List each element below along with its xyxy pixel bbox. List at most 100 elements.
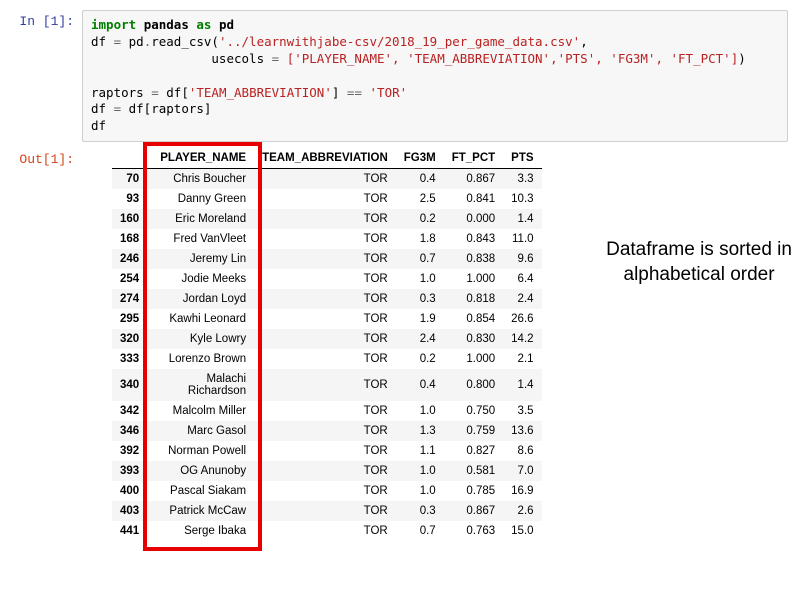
cell-player: Jordan Loyd: [147, 289, 254, 309]
cell-pts: 1.4: [503, 369, 541, 401]
output-prompt: Out[1]:: [10, 148, 82, 541]
cell-team: TOR: [254, 249, 396, 269]
annotation-line2: alphabetical order: [624, 264, 775, 285]
col-header-fg3m: FG3M: [396, 148, 444, 169]
kw-import: import: [91, 17, 136, 32]
cell-player: Chris Boucher: [147, 169, 254, 190]
cell-fg3m: 1.0: [396, 269, 444, 289]
index-header: [112, 148, 147, 169]
cell-ftpct: 0.818: [444, 289, 503, 309]
cell-pts: 10.3: [503, 189, 541, 209]
table-row: 320Kyle LowryTOR2.40.83014.2: [112, 329, 542, 349]
cell-pts: 1.4: [503, 209, 541, 229]
cell-team: TOR: [254, 369, 396, 401]
tor-str: 'TOR': [370, 85, 408, 100]
table-row: 93Danny GreenTOR2.50.84110.3: [112, 189, 542, 209]
cell-pts: 15.0: [503, 521, 541, 541]
cell-pts: 9.6: [503, 249, 541, 269]
cell-team: TOR: [254, 461, 396, 481]
cell-team: TOR: [254, 441, 396, 461]
table-row: 392Norman PowellTOR1.10.8278.6: [112, 441, 542, 461]
cell-team: TOR: [254, 189, 396, 209]
row-index: 342: [112, 401, 147, 421]
row-index: 340: [112, 369, 147, 401]
cell-ftpct: 0.854: [444, 309, 503, 329]
row-index: 346: [112, 421, 147, 441]
cell-ftpct: 0.785: [444, 481, 503, 501]
cell-ftpct: 0.867: [444, 501, 503, 521]
col-header-ftpct: FT_PCT: [444, 148, 503, 169]
input-prompt: In [1]:: [10, 10, 82, 142]
kw-pandas: pandas: [144, 17, 189, 32]
cell-fg3m: 0.7: [396, 249, 444, 269]
dataframe-table: PLAYER_NAME TEAM_ABBREVIATION FG3M FT_PC…: [112, 148, 542, 541]
cell-team: TOR: [254, 209, 396, 229]
cell-ftpct: 0.000: [444, 209, 503, 229]
cell-player: Malcolm Miller: [147, 401, 254, 421]
cell-fg3m: 1.0: [396, 401, 444, 421]
cell-team: TOR: [254, 289, 396, 309]
cell-team: TOR: [254, 481, 396, 501]
cell-ftpct: 0.830: [444, 329, 503, 349]
cell-team: TOR: [254, 169, 396, 190]
table-row: 168Fred VanVleetTOR1.80.84311.0: [112, 229, 542, 249]
cell-ftpct: 0.838: [444, 249, 503, 269]
cell-player: Norman Powell: [147, 441, 254, 461]
cell-team: TOR: [254, 269, 396, 289]
row-index: 295: [112, 309, 147, 329]
cell-player: Jodie Meeks: [147, 269, 254, 289]
cell-fg3m: 0.2: [396, 209, 444, 229]
cell-pts: 2.4: [503, 289, 541, 309]
cell-team: TOR: [254, 421, 396, 441]
cell-ftpct: 0.843: [444, 229, 503, 249]
cell-player: Lorenzo Brown: [147, 349, 254, 369]
cell-pts: 3.5: [503, 401, 541, 421]
row-index: 70: [112, 169, 147, 190]
cell-player: Kawhi Leonard: [147, 309, 254, 329]
kw-pd: pd: [219, 17, 234, 32]
row-index: 254: [112, 269, 147, 289]
cell-fg3m: 1.8: [396, 229, 444, 249]
cell-player: Patrick McCaw: [147, 501, 254, 521]
cell-player: Pascal Siakam: [147, 481, 254, 501]
cell-fg3m: 1.3: [396, 421, 444, 441]
cell-fg3m: 1.9: [396, 309, 444, 329]
cell-team: TOR: [254, 329, 396, 349]
cell-ftpct: 1.000: [444, 349, 503, 369]
code-block[interactable]: import pandas as pd df = pd.read_csv('..…: [82, 10, 788, 142]
table-row: 295Kawhi LeonardTOR1.90.85426.6: [112, 309, 542, 329]
cell-team: TOR: [254, 349, 396, 369]
table-row: 400Pascal SiakamTOR1.00.78516.9: [112, 481, 542, 501]
cell-player: Eric Moreland: [147, 209, 254, 229]
cell-pts: 2.1: [503, 349, 541, 369]
cell-ftpct: 0.763: [444, 521, 503, 541]
cell-pts: 7.0: [503, 461, 541, 481]
cell-fg3m: 0.3: [396, 501, 444, 521]
col-header-team: TEAM_ABBREVIATION: [254, 148, 396, 169]
row-index: 274: [112, 289, 147, 309]
cell-fg3m: 1.0: [396, 461, 444, 481]
table-row: 254Jodie MeeksTOR1.01.0006.4: [112, 269, 542, 289]
cell-player: Danny Green: [147, 189, 254, 209]
cell-pts: 16.9: [503, 481, 541, 501]
table-row: 70Chris BoucherTOR0.40.8673.3: [112, 169, 542, 190]
annotation-line1: Dataframe is sorted in: [606, 239, 792, 260]
row-index: 441: [112, 521, 147, 541]
cell-ftpct: 0.827: [444, 441, 503, 461]
table-row: 346Marc GasolTOR1.30.75913.6: [112, 421, 542, 441]
cell-team: TOR: [254, 501, 396, 521]
table-row: 340Malachi RichardsonTOR0.40.8001.4: [112, 369, 542, 401]
row-index: 168: [112, 229, 147, 249]
cell-fg3m: 0.4: [396, 369, 444, 401]
cell-team: TOR: [254, 521, 396, 541]
output-cell: Out[1]: PLAYER_NAME TEAM_ABBREVIATION FG…: [10, 148, 788, 541]
col-header-player: PLAYER_NAME: [147, 148, 254, 169]
row-index: 320: [112, 329, 147, 349]
table-row: 393OG AnunobyTOR1.00.5817.0: [112, 461, 542, 481]
cell-player: Marc Gasol: [147, 421, 254, 441]
cell-player: Serge Ibaka: [147, 521, 254, 541]
cell-ftpct: 1.000: [444, 269, 503, 289]
col-team: 'TEAM_ABBREVIATION': [189, 85, 332, 100]
row-index: 403: [112, 501, 147, 521]
cell-fg3m: 2.5: [396, 189, 444, 209]
